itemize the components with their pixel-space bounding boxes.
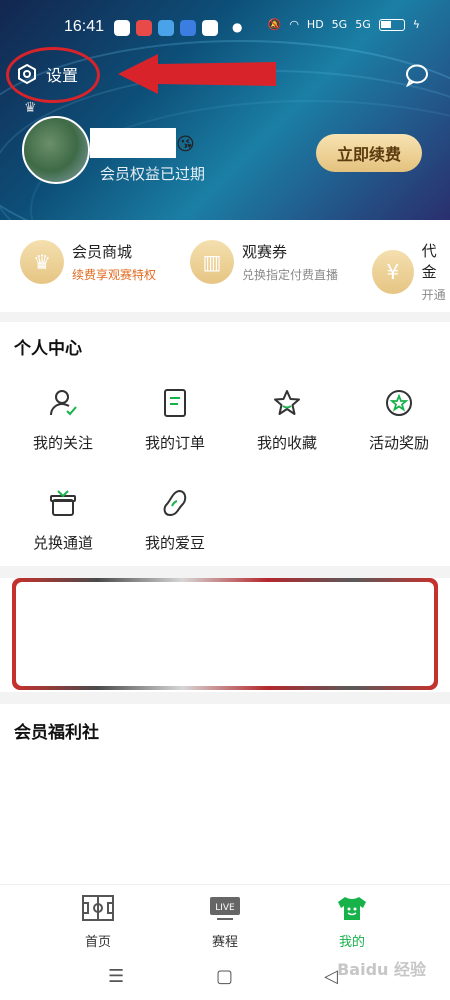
order-icon — [164, 389, 186, 417]
grid-item-label: 我的订单 — [144, 434, 205, 452]
gift-icon — [50, 490, 76, 516]
benefits-row: ♛ 会员商城 续费享观赛特权 ▥ 观赛券 兑换指定付费直播 ¥ 代金 开通 — [0, 230, 450, 306]
charging-icon: ϟ — [412, 18, 420, 31]
grid-item-label: 活动奖励 — [368, 434, 429, 452]
banner-redacted — [16, 582, 434, 686]
menu-icon[interactable]: ☰ — [108, 966, 124, 987]
ticket-icon: ▥ — [190, 240, 234, 284]
battery-icon — [378, 18, 405, 31]
grid-item-exchange[interactable]: 兑换通道 — [18, 488, 108, 553]
personal-center-title: 个人中心 — [14, 339, 82, 359]
app-notification-icon — [136, 20, 152, 36]
member-header: 16:41 ● 🔕 ◠ HD 5G 5G ϟ 设置 ♛ 😘 会员权益已过期 立即… — [0, 0, 450, 220]
grid-item-orders[interactable]: 我的订单 — [130, 388, 220, 453]
tab-mine[interactable]: 我的 — [312, 895, 392, 950]
section-divider — [0, 312, 450, 322]
benefit-subtitle: 开通 — [421, 288, 446, 302]
signal-5g: 5G — [355, 18, 371, 31]
watermark: Baidu 经验 — [337, 960, 426, 979]
bean-icon — [163, 489, 187, 517]
benefit-title: 代金 — [421, 242, 437, 281]
avatar[interactable] — [22, 116, 90, 184]
more-dot-icon: ● — [232, 20, 243, 34]
benefit-title: 观赛券 — [242, 243, 288, 261]
welfare-title: 会员福利社 — [14, 723, 99, 743]
back-icon[interactable]: ◁ — [324, 966, 338, 987]
status-bar: 16:41 ● 🔕 ◠ HD 5G 5G ϟ — [0, 0, 450, 44]
app-notification-icon — [202, 20, 218, 36]
field-icon — [82, 895, 114, 921]
crown-icon: ♛ — [20, 240, 64, 284]
crown-icon: ♛ — [24, 100, 37, 116]
live-badge-text: LIVE — [215, 903, 235, 913]
benefit-ticket[interactable]: ▥ 观赛券 兑换指定付费直播 — [190, 240, 338, 284]
follow-icon — [50, 390, 77, 416]
grid-item-favorites[interactable]: 我的收藏 — [242, 388, 332, 453]
grid-item-idol[interactable]: 我的爱豆 — [130, 488, 220, 553]
notification-icons — [114, 20, 218, 36]
level-badge-icon: 😘 — [176, 134, 195, 155]
username-redacted — [90, 128, 176, 158]
coupon-icon: ¥ — [372, 249, 414, 294]
grid-item-label: 我的爱豆 — [144, 534, 205, 552]
message-icon[interactable] — [404, 62, 430, 88]
promo-banner[interactable] — [12, 578, 438, 690]
section-divider — [0, 566, 450, 578]
grid-item-label: 我的关注 — [32, 434, 93, 452]
app-notification-icon — [158, 20, 174, 36]
live-icon: LIVE — [210, 897, 240, 920]
tab-label: 赛程 — [211, 935, 238, 950]
tab-schedule[interactable]: LIVE 赛程 — [185, 895, 265, 950]
benefit-title: 会员商城 — [72, 243, 133, 261]
app-notification-icon — [180, 20, 196, 36]
jersey-icon — [338, 897, 366, 920]
bottom-nav: 首页 LIVE 赛程 我的 — [0, 884, 450, 954]
app-notification-icon — [114, 20, 130, 36]
grid-item-rewards[interactable]: 活动奖励 — [354, 388, 444, 453]
grid-item-label: 我的收藏 — [256, 434, 317, 452]
annotation-circle — [6, 47, 100, 103]
member-status-text: 会员权益已过期 — [100, 165, 206, 183]
tab-home[interactable]: 首页 — [58, 895, 138, 950]
mute-icon: 🔕 — [267, 18, 282, 31]
signal-5g: 5G — [331, 18, 348, 31]
tab-label: 我的 — [338, 935, 365, 950]
wifi-icon: ◠ — [289, 18, 299, 31]
status-time: 16:41 — [64, 18, 105, 35]
star-icon — [274, 390, 300, 415]
benefit-subtitle: 续费享观赛特权 — [72, 268, 157, 282]
hd-badge: HD — [306, 18, 324, 31]
reward-icon — [386, 390, 412, 416]
home-square-icon[interactable]: ▢ — [216, 966, 233, 987]
system-indicators: 🔕 ◠ HD 5G 5G ϟ — [268, 18, 420, 31]
renew-button[interactable]: 立即续费 — [316, 134, 422, 172]
benefit-coupon[interactable]: ¥ 代金 开通 — [372, 240, 450, 303]
grid-item-follow[interactable]: 我的关注 — [18, 388, 108, 453]
grid-item-label: 兑换通道 — [32, 534, 93, 552]
tab-label: 首页 — [84, 935, 111, 950]
section-divider — [0, 692, 450, 704]
annotation-arrow — [118, 54, 276, 94]
benefit-subtitle: 兑换指定付费直播 — [242, 268, 339, 282]
benefit-mall[interactable]: ♛ 会员商城 续费享观赛特权 — [20, 240, 156, 284]
